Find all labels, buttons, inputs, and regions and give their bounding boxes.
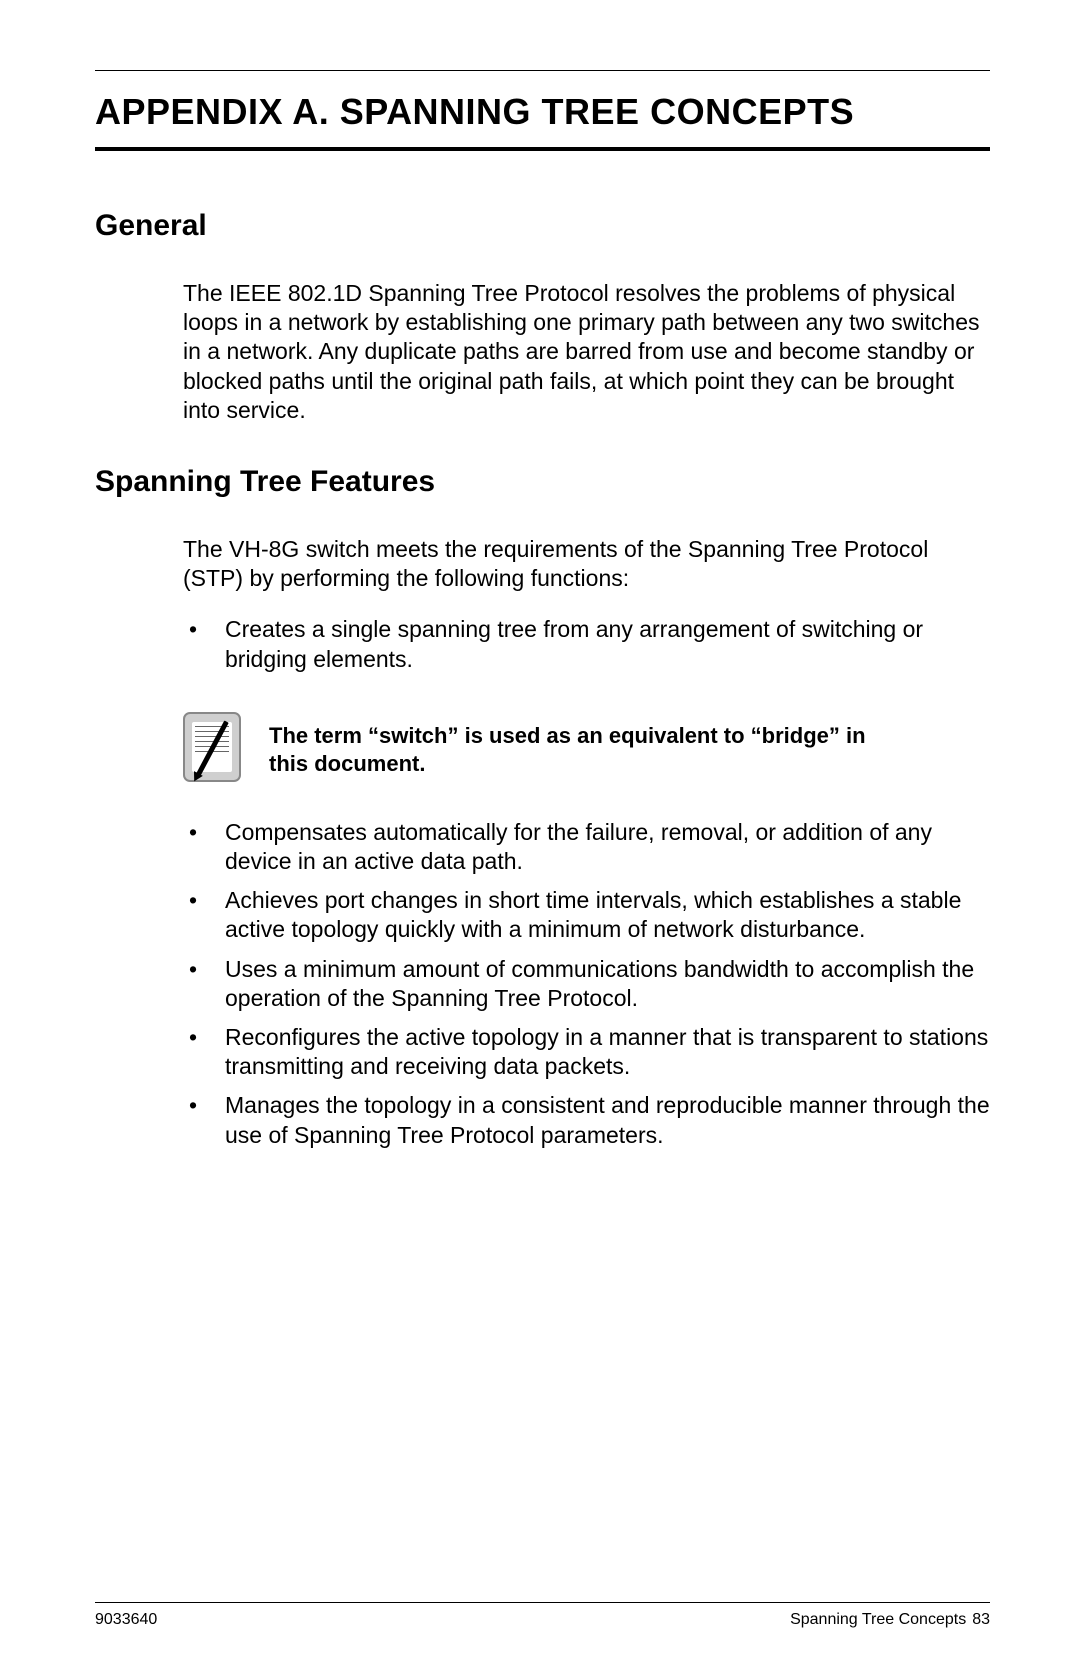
title-underline: [95, 147, 990, 151]
note-text: The term “switch” is used as an equivale…: [269, 712, 869, 778]
footer-divider: [95, 1602, 990, 1603]
list-item: Manages the topology in a consistent and…: [183, 1091, 990, 1149]
appendix-title: APPENDIX A. SPANNING TREE CONCEPTS: [95, 91, 990, 133]
top-divider: [95, 70, 990, 71]
list-item: Compensates automatically for the failur…: [183, 818, 990, 876]
features-list-before-note: Creates a single spanning tree from any …: [183, 615, 990, 673]
list-item: Uses a minimum amount of communications …: [183, 955, 990, 1013]
list-item: Creates a single spanning tree from any …: [183, 615, 990, 673]
page-footer: 9033640 Spanning Tree Concepts 83: [95, 1602, 990, 1629]
note-callout: The term “switch” is used as an equivale…: [183, 712, 990, 782]
general-paragraph: The IEEE 802.1D Spanning Tree Protocol r…: [183, 279, 990, 425]
features-intro: The VH-8G switch meets the requirements …: [183, 535, 990, 593]
list-item: Reconfigures the active topology in a ma…: [183, 1023, 990, 1081]
section-heading-features: Spanning Tree Features: [95, 465, 990, 499]
footer-page-number: 83: [972, 1611, 990, 1629]
features-list-after-note: Compensates automatically for the failur…: [183, 818, 990, 1150]
footer-section-label: Spanning Tree Concepts: [790, 1611, 966, 1629]
notepad-icon: [183, 712, 241, 782]
list-item: Achieves port changes in short time inte…: [183, 886, 990, 944]
section-heading-general: General: [95, 209, 990, 243]
footer-left-number: 9033640: [95, 1611, 157, 1629]
